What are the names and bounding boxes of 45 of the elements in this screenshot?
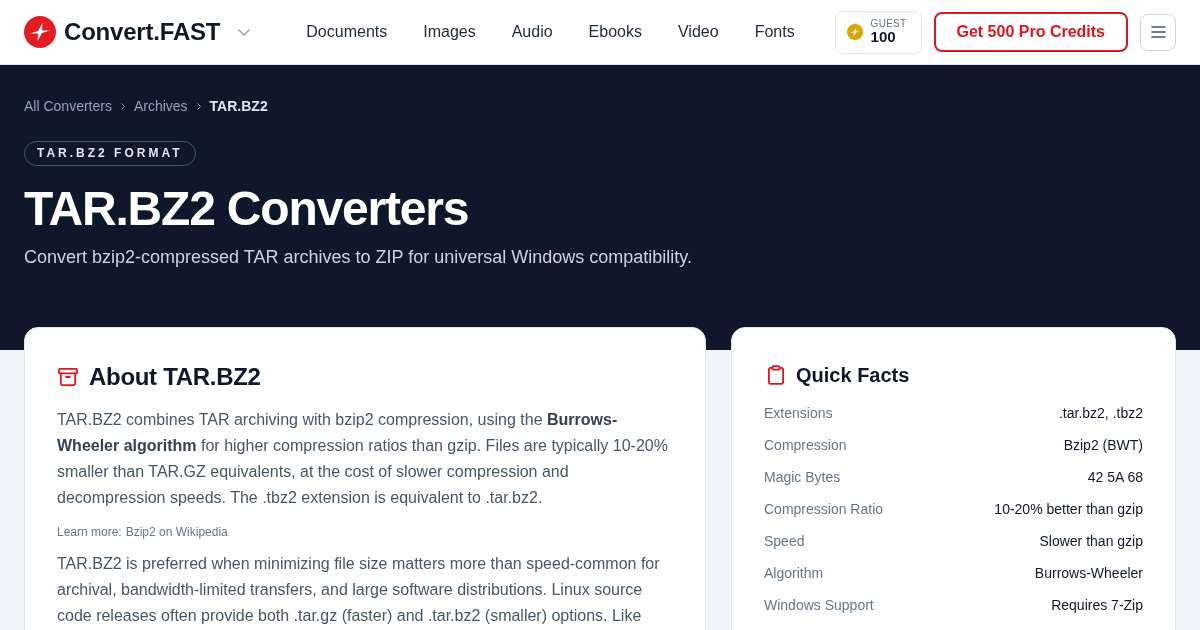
breadcrumb-separator-icon — [196, 102, 201, 110]
menu-button[interactable] — [1140, 13, 1176, 51]
fact-label: Compression Ratio — [764, 500, 884, 519]
breadcrumb-link[interactable]: Archives — [133, 98, 188, 114]
credits-chip[interactable]: GUEST 100 — [834, 10, 922, 54]
nav-link[interactable]: Video — [678, 23, 719, 41]
page-title: TAR.BZ2 Converters — [24, 182, 470, 235]
card-title: About TAR.BZ2 — [89, 362, 261, 392]
fact-label: Speed — [764, 532, 805, 551]
logo-icon[interactable] — [24, 16, 56, 48]
nav-link[interactable]: Images — [423, 23, 476, 41]
fact-label: Windows Support — [764, 596, 874, 615]
menu-icon — [1150, 26, 1166, 38]
nav-link[interactable]: Audio — [511, 23, 553, 41]
fact-value: Bzip2 (BWT) — [1063, 436, 1143, 455]
coin-icon — [846, 24, 863, 40]
nav-link[interactable]: Fonts — [754, 23, 795, 41]
fact-value: .tar.bz2, .tbz2 — [1058, 404, 1143, 423]
clipboard-icon — [768, 365, 784, 385]
fact-label: Extensions — [764, 404, 833, 423]
credits-value: 100 — [870, 29, 897, 46]
nav-link[interactable]: Documents — [306, 23, 388, 41]
card-title: Quick Facts — [796, 363, 910, 388]
fact-value: Slower than gzip — [1039, 532, 1143, 551]
get-pro-credits-button[interactable]: Get 500 Pro Credits — [933, 12, 1128, 52]
page-subtitle: Convert bzip2-compressed TAR archives to ZIP for universal Windows compatibility. — [24, 246, 693, 269]
archive-box-icon — [58, 368, 78, 386]
fact-value: Requires 7-Zip — [1051, 596, 1143, 615]
fact-value: 42 5A 68 — [1087, 468, 1143, 487]
credits-label: GUEST — [870, 18, 907, 30]
learn-more-label: Learn more: — [57, 524, 122, 541]
fact-label: Compression — [764, 436, 847, 455]
brand-name[interactable]: Convert.FAST — [64, 18, 221, 46]
description-paragraph: TAR.BZ2 is preferred when minimizing file size matters more than speed-common for archival, bandwidth-limited transfers, and large software distributions. Linux source code releases often provide both .tar.gz (faster) and .tar.bz2 (smaller) options. Like — [57, 554, 661, 626]
breadcrumb-link[interactable]: All Converters — [24, 98, 112, 114]
chevron-down-icon[interactable] — [238, 28, 251, 36]
nav-link[interactable]: Ebooks — [588, 23, 642, 41]
fact-value: 10-20% better than gzip — [994, 500, 1143, 519]
breadcrumb-link[interactable]: TAR.BZ2 — [209, 98, 268, 114]
wikipedia-link[interactable]: Bzip2 on Wikipedia — [125, 523, 228, 541]
description-paragraph: TAR.BZ2 combines TAR archiving with bzip2 compression, using the Burrows-Wheeler algorithm for higher compression ratios than gzip. Files are typically 10-20% smaller than TAR.GZ equivalents, at the cost of slower compression and decompression speeds. The .tbz2 extension is equivalent to .tar.bz2. — [57, 410, 669, 508]
fact-label: Magic Bytes — [764, 468, 841, 487]
fact-value: Burrows-Wheeler — [1034, 564, 1143, 583]
fact-label: Algorithm — [764, 564, 824, 583]
breadcrumb-separator-icon — [120, 102, 125, 110]
